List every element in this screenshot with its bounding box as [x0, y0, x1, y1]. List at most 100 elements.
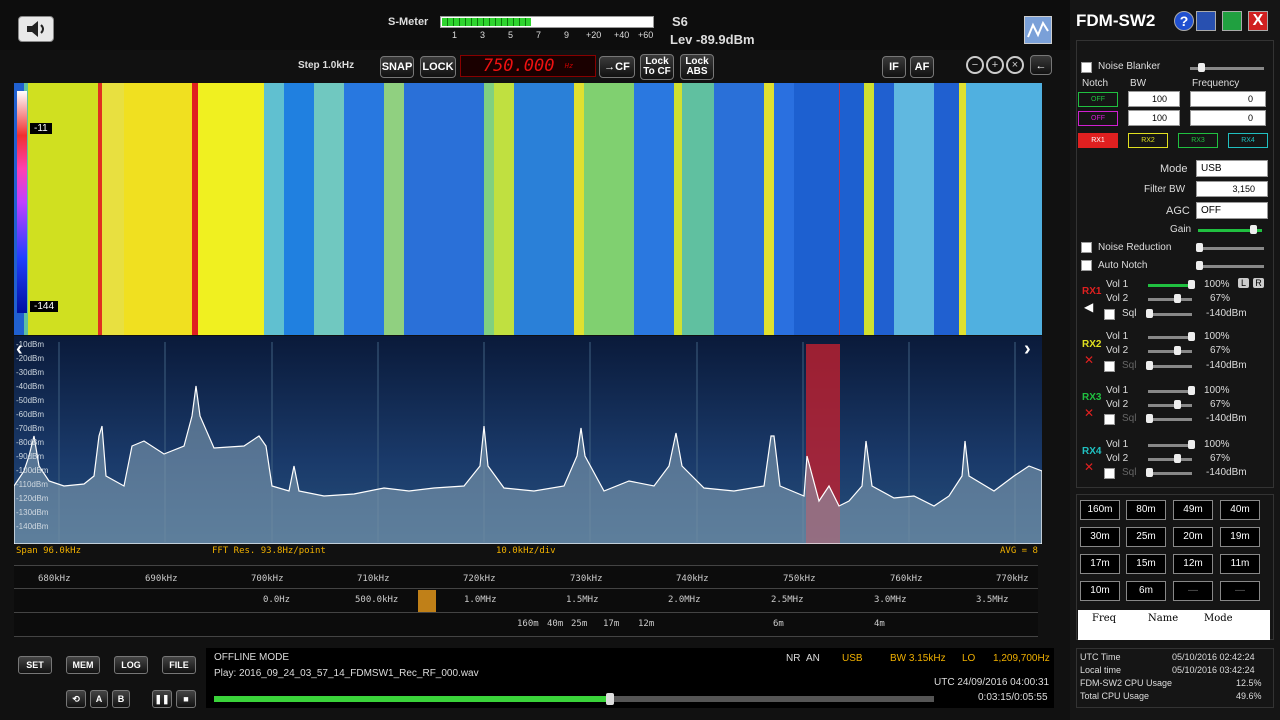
rx1-tab[interactable]: RX1	[1078, 133, 1118, 148]
lock-to-cf-button[interactable]: Lock To CF	[640, 54, 674, 80]
notch-1-toggle[interactable]: OFF	[1078, 92, 1118, 107]
mem-button[interactable]: MEM	[66, 656, 100, 674]
zoom-out-icon[interactable]: −	[966, 56, 984, 74]
playback-progress[interactable]	[214, 693, 934, 705]
rx2-tab[interactable]: RX2	[1128, 133, 1168, 148]
rx1-vol2-slider[interactable]	[1148, 298, 1192, 301]
rx4-vol1-slider[interactable]	[1148, 444, 1192, 447]
minimize-icon[interactable]	[1196, 11, 1216, 31]
notch-1-bw[interactable]: 100	[1128, 91, 1180, 107]
speaker-icon[interactable]: ◀	[1084, 300, 1093, 314]
band-button[interactable]: 6m	[1126, 581, 1166, 601]
repeat-icon[interactable]: ⟲	[66, 690, 86, 708]
view-window-marker[interactable]	[418, 590, 436, 612]
speaker-muted-icon[interactable]: ✕	[1084, 406, 1094, 420]
band-button[interactable]: 19m	[1220, 527, 1260, 547]
slider-knob[interactable]	[1146, 468, 1153, 477]
log-button[interactable]: LOG	[114, 656, 148, 674]
rx4-vol2-slider[interactable]	[1148, 458, 1192, 461]
frequency-display[interactable]: 750.000 Hz	[460, 55, 596, 77]
slider-knob[interactable]	[1174, 400, 1181, 409]
notch-2-freq[interactable]: 0	[1190, 110, 1266, 126]
rx4-sql-checkbox[interactable]	[1104, 468, 1115, 479]
file-button[interactable]: FILE	[162, 656, 196, 674]
rx3-tab[interactable]: RX3	[1178, 133, 1218, 148]
rx1-vol1-slider[interactable]	[1148, 284, 1192, 287]
close-icon[interactable]: X	[1248, 11, 1268, 31]
scroll-left-icon[interactable]: ‹	[16, 338, 23, 361]
af-button[interactable]: AF	[910, 56, 934, 78]
maximize-icon[interactable]	[1222, 11, 1242, 31]
auto-notch-slider[interactable]	[1196, 265, 1264, 268]
mode-select[interactable]: USB	[1196, 160, 1268, 177]
zoom-in-icon[interactable]: +	[986, 56, 1004, 74]
to-cf-button[interactable]: →CF	[599, 56, 635, 78]
b-button[interactable]: B	[112, 690, 130, 708]
rx4-tab[interactable]: RX4	[1228, 133, 1268, 148]
rx4-sql-slider[interactable]	[1148, 472, 1192, 475]
band-button[interactable]: 25m	[1126, 527, 1166, 547]
slider-knob[interactable]	[1174, 454, 1181, 463]
auto-notch-checkbox[interactable]	[1081, 260, 1092, 271]
band-button[interactable]: 80m	[1126, 500, 1166, 520]
help-icon[interactable]: ?	[1174, 11, 1194, 31]
band-button[interactable]: 30m	[1080, 527, 1120, 547]
slider-knob[interactable]	[1188, 386, 1195, 395]
band-button[interactable]: 11m	[1220, 554, 1260, 574]
band-button[interactable]: 40m	[1220, 500, 1260, 520]
slider-knob[interactable]	[1146, 414, 1153, 423]
noise-reduction-checkbox[interactable]	[1081, 242, 1092, 253]
notch-2-toggle[interactable]: OFF	[1078, 111, 1118, 126]
rx3-vol1-slider[interactable]	[1148, 390, 1192, 393]
slider-knob[interactable]	[1198, 63, 1205, 72]
rx2-sql-slider[interactable]	[1148, 365, 1192, 368]
zoom-reset-icon[interactable]: ×	[1006, 56, 1024, 74]
lock-button[interactable]: LOCK	[420, 56, 456, 78]
band-button[interactable]: 17m	[1080, 554, 1120, 574]
spectrum-display[interactable]: -10dBm -20dBm -30dBm -40dBm -50dBm -60dB…	[14, 336, 1042, 544]
set-button[interactable]: SET	[18, 656, 52, 674]
progress-knob[interactable]	[606, 693, 614, 705]
mem-col-name[interactable]: Name	[1148, 613, 1178, 624]
speaker-mute-icon[interactable]	[18, 16, 54, 42]
rx1-sql-checkbox[interactable]	[1104, 309, 1115, 320]
slider-knob[interactable]	[1188, 332, 1195, 341]
band-button[interactable]: 49m	[1173, 500, 1213, 520]
band-button[interactable]: 160m	[1080, 500, 1120, 520]
mem-col-freq[interactable]: Freq	[1092, 613, 1116, 624]
notch-2-bw[interactable]: 100	[1128, 110, 1180, 126]
rx2-vol2-slider[interactable]	[1148, 350, 1192, 353]
slider-knob[interactable]	[1146, 309, 1153, 318]
pause-icon[interactable]: ❚❚	[152, 690, 172, 708]
speaker-muted-icon[interactable]: ✕	[1084, 460, 1094, 474]
rx3-vol2-slider[interactable]	[1148, 404, 1192, 407]
waterfall-display[interactable]: -11 -144	[14, 83, 1042, 335]
band-button[interactable]: 20m	[1173, 527, 1213, 547]
rx1-sql-slider[interactable]	[1148, 313, 1192, 316]
lock-abs-button[interactable]: Lock ABS	[680, 54, 714, 80]
slider-knob[interactable]	[1146, 361, 1153, 370]
band-button[interactable]: 15m	[1126, 554, 1166, 574]
rx3-sql-checkbox[interactable]	[1104, 414, 1115, 425]
rx1-right-button[interactable]: R	[1253, 278, 1264, 288]
rx3-sql-slider[interactable]	[1148, 418, 1192, 421]
agc-select[interactable]: OFF	[1196, 202, 1268, 219]
noise-reduction-slider[interactable]	[1196, 247, 1264, 250]
mem-col-mode[interactable]: Mode	[1204, 613, 1233, 624]
speaker-muted-icon[interactable]: ✕	[1084, 353, 1094, 367]
stop-icon[interactable]: ■	[176, 690, 196, 708]
band-button[interactable]: 12m	[1173, 554, 1213, 574]
rx1-left-button[interactable]: L	[1238, 278, 1249, 288]
rx2-sql-checkbox[interactable]	[1104, 361, 1115, 372]
notch-1-freq[interactable]: 0	[1190, 91, 1266, 107]
slider-knob[interactable]	[1188, 280, 1195, 289]
frequency-scale[interactable]: 680kHz 690kHz 700kHz 710kHz 720kHz 730kH…	[14, 565, 1038, 637]
slider-knob[interactable]	[1174, 346, 1181, 355]
rx2-vol1-slider[interactable]	[1148, 336, 1192, 339]
band-button[interactable]: 10m	[1080, 581, 1120, 601]
slider-knob[interactable]	[1250, 225, 1257, 234]
filter-bw-input[interactable]: 3,150	[1196, 181, 1268, 197]
slider-knob[interactable]	[1188, 440, 1195, 449]
step-label[interactable]: Step 1.0kHz	[298, 60, 354, 71]
scroll-right-icon[interactable]: ›	[1024, 338, 1031, 361]
